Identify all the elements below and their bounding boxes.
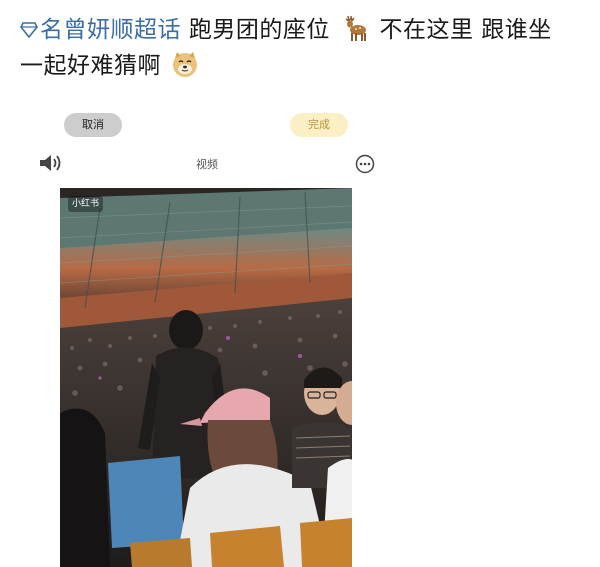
speaker-icon[interactable] xyxy=(38,152,64,174)
done-button[interactable]: 完成 xyxy=(290,113,348,137)
post-text: 名曾妍顺超话 跑男团的座位 不在这里 跟谁坐 一起好难猜啊 xyxy=(20,12,590,84)
diamond-icon xyxy=(20,22,38,38)
video-label: 视频 xyxy=(196,158,218,171)
video-still xyxy=(60,188,352,567)
deer-emoji xyxy=(345,15,366,41)
cancel-button[interactable]: 取消 xyxy=(64,113,122,137)
post-text-part3: 一起好难猜啊 xyxy=(20,53,161,79)
more-options-icon[interactable] xyxy=(355,154,375,174)
topic-label: 名曾妍顺超话 xyxy=(40,17,181,43)
xiaohongshu-badge: 小红书 xyxy=(68,196,104,212)
topic-link[interactable]: 名曾妍顺超话 xyxy=(20,17,181,43)
video-frame[interactable] xyxy=(60,188,352,567)
post-text-part2: 不在这里 跟谁坐 xyxy=(379,17,552,43)
post-text-part1: 跑男团的座位 xyxy=(188,17,330,43)
doge-emoji xyxy=(172,52,197,77)
